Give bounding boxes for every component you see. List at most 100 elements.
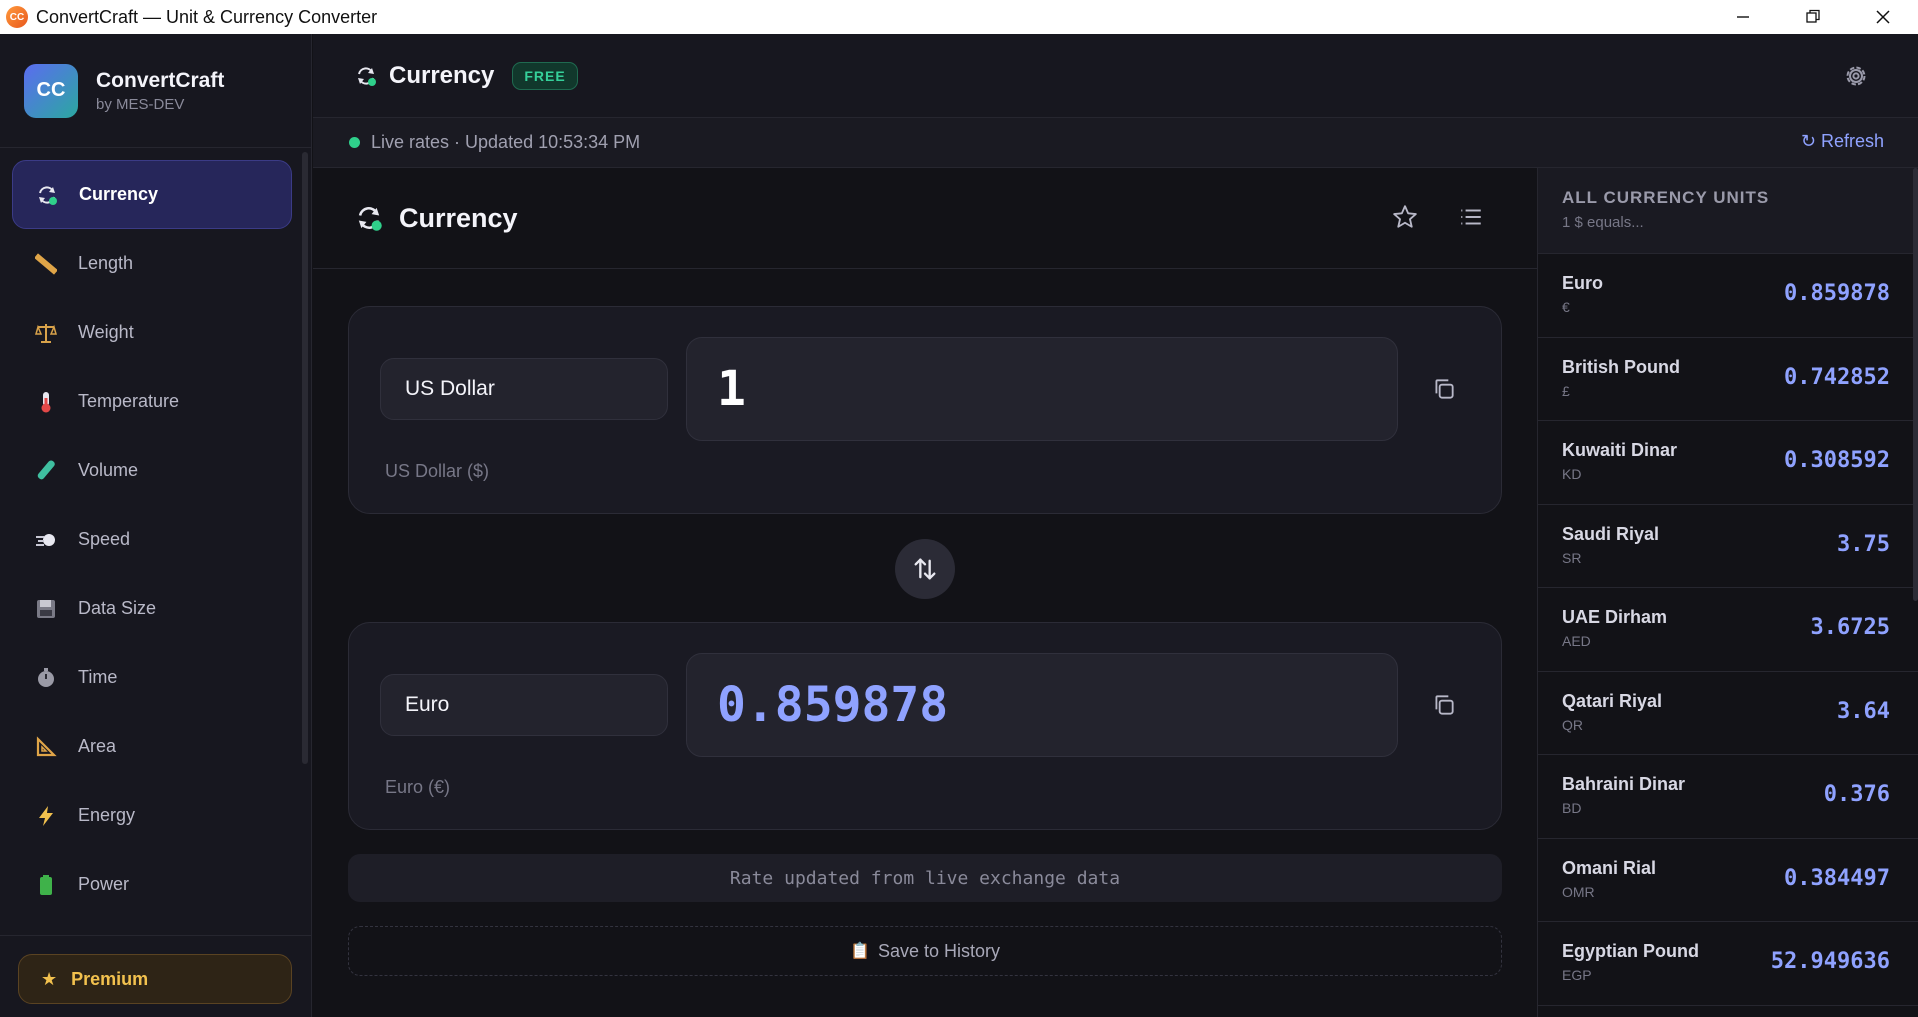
copy-icon [1435, 379, 1454, 399]
sidebar-item-time[interactable]: Time [12, 643, 292, 712]
to-value-output[interactable]: 0.859878 [686, 653, 1398, 757]
list-icon [1461, 209, 1481, 225]
unit-value: 3.6725 [1810, 615, 1890, 640]
sidebar-item-weight[interactable]: Weight [12, 298, 292, 367]
ruler-icon [34, 252, 58, 276]
triangle-ruler-icon [34, 735, 58, 759]
unit-name: UAE Dirham [1562, 607, 1668, 627]
sidebar: CC ConvertCraft by MES-DEV Currency Leng… [0, 34, 312, 1017]
restore-button[interactable] [1778, 0, 1848, 34]
test-tube-icon [34, 459, 58, 483]
minimize-button[interactable] [1708, 0, 1778, 34]
units-panel-scrollbar[interactable] [1913, 168, 1918, 601]
converter-panel: Currency US Dollar 1 US Dollar ($) Euro … [313, 168, 1537, 1017]
sidebar-scrollbar[interactable] [302, 152, 308, 764]
from-unit-description: US Dollar ($) [385, 461, 490, 481]
unit-symbol: QR [1562, 716, 1583, 733]
rate-note: Rate updated from live exchange data [348, 854, 1502, 902]
to-card: Euro 0.859878 Euro (€) [348, 622, 1502, 830]
unit-row[interactable]: Bahraini Dinar BD 0.376 [1538, 755, 1918, 839]
save-label: Save to History [877, 940, 1000, 961]
unit-value: 0.384497 [1784, 865, 1890, 891]
sidebar-item-length[interactable]: Length [12, 229, 292, 298]
save-to-history-button[interactable]: 📋 Save to History [348, 926, 1502, 976]
sidebar-item-volume[interactable]: Volume [12, 436, 292, 505]
sidebar-item-power[interactable]: Power [12, 850, 292, 919]
from-card: US Dollar 1 US Dollar ($) [348, 306, 1502, 514]
unit-symbol: EGP [1562, 967, 1592, 983]
from-unit-select[interactable]: US Dollar [380, 358, 668, 420]
star-outline-icon [1393, 205, 1417, 228]
unit-symbol: SR [1562, 549, 1582, 566]
free-badge: FREE [512, 61, 578, 90]
sidebar-item-speed[interactable]: Speed [12, 505, 292, 574]
unit-symbol: OMR [1562, 883, 1595, 900]
unit-value: 52.949636 [1770, 949, 1890, 974]
unit-name: Saudi Riyal [1562, 523, 1660, 544]
close-window-button[interactable] [1848, 0, 1918, 34]
app-icon: CC [6, 6, 28, 28]
unit-value: 3.64 [1837, 698, 1890, 724]
unit-row[interactable]: UAE Dirham AED 3.6725 [1538, 588, 1918, 672]
unit-value: 0.859878 [1784, 281, 1890, 306]
unit-symbol: KD [1562, 466, 1582, 482]
copy-icon [1435, 695, 1454, 715]
sidebar-item-data-size[interactable]: Data Size [12, 574, 292, 643]
page-title: Currency [389, 61, 495, 89]
floppy-disk-icon [34, 597, 58, 621]
sidebar-item-label: Time [78, 667, 118, 687]
status-text: Live rates · Updated 10:53:34 PM [371, 132, 641, 152]
unit-row[interactable]: Omani Rial OMR 0.384497 [1538, 839, 1918, 922]
from-value-input[interactable]: 1 [686, 337, 1398, 441]
unit-row[interactable]: Qatari Riyal QR 3.64 [1538, 672, 1918, 755]
sidebar-item-label: Volume [78, 460, 139, 480]
swap-button[interactable] [895, 539, 955, 599]
unit-symbol: BD [1562, 800, 1582, 816]
all-units-panel: ALL CURRENCY UNITS 1 $ equals... Euro € … [1537, 168, 1918, 1017]
to-unit-select[interactable]: Euro [380, 674, 668, 736]
premium-section: ★ Premium [0, 935, 311, 1017]
minimize-icon [1737, 16, 1749, 18]
unit-row[interactable]: Euro € 0.859878 [1538, 254, 1918, 338]
window-title: ConvertCraft — Unit & Currency Converter [36, 6, 378, 27]
sidebar-item-label: Energy [78, 805, 136, 825]
unit-value: 0.308592 [1784, 448, 1890, 473]
copy-from-button[interactable] [1431, 376, 1457, 402]
scale-icon [34, 321, 58, 345]
unit-name: Omani Rial [1562, 857, 1657, 878]
converter-title: Currency [399, 202, 518, 233]
to-unit-description: Euro (€) [385, 777, 451, 797]
unit-list-button[interactable] [1458, 204, 1484, 235]
unit-row[interactable]: British Pound £ 0.742852 [1538, 338, 1918, 421]
unit-name: Qatari Riyal [1562, 690, 1663, 711]
battery-icon [34, 873, 58, 897]
sidebar-nav: Currency Length Weight Temperature Volum… [12, 160, 292, 919]
from-value-text: 1 [717, 361, 746, 417]
unit-name: British Pound [1562, 356, 1680, 377]
sidebar-item-label: Weight [78, 322, 134, 342]
premium-button[interactable]: ★ Premium [18, 954, 292, 1004]
unit-name: Euro [1562, 273, 1604, 293]
brand: CC ConvertCraft by MES-DEV [0, 34, 311, 148]
unit-symbol: AED [1562, 633, 1591, 649]
copy-to-button[interactable] [1431, 692, 1457, 718]
stopwatch-icon [34, 666, 58, 690]
unit-row[interactable]: Egyptian Pound EGP 52.949636 [1538, 922, 1918, 1006]
brand-logo: CC [24, 63, 78, 118]
unit-row[interactable]: Saudi Riyal SR 3.75 [1538, 505, 1918, 588]
sidebar-item-label: Currency [79, 184, 159, 204]
favorite-button[interactable] [1392, 204, 1418, 235]
unit-name: Bahraini Dinar [1562, 774, 1686, 794]
swap-arrows-icon [914, 558, 936, 580]
sidebar-item-currency[interactable]: Currency [12, 160, 292, 229]
sidebar-item-area[interactable]: Area [12, 712, 292, 781]
unit-row[interactable]: Kuwaiti Dinar KD 0.308592 [1538, 421, 1918, 505]
thermometer-icon [34, 390, 58, 414]
refresh-button[interactable]: ↻ Refresh [1801, 131, 1884, 152]
settings-button[interactable] [1842, 62, 1870, 90]
unit-value: 0.742852 [1784, 364, 1890, 390]
sidebar-item-energy[interactable]: Energy [12, 781, 292, 850]
sidebar-item-label: Length [78, 253, 134, 273]
units-panel-header: ALL CURRENCY UNITS 1 $ equals... [1538, 168, 1918, 254]
sidebar-item-temperature[interactable]: Temperature [12, 367, 292, 436]
